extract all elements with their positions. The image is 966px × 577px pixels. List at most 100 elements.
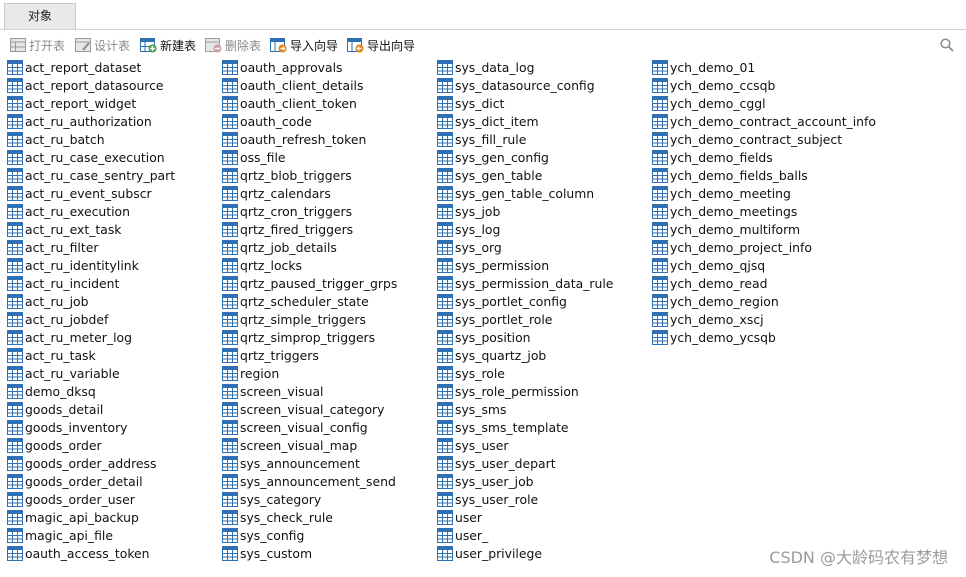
table-item[interactable]: demo_dksq: [7, 382, 175, 400]
table-item[interactable]: ych_demo_ycsqb: [652, 328, 876, 346]
table-item[interactable]: oauth_approvals: [222, 58, 397, 76]
table-item[interactable]: ych_demo_cggl: [652, 94, 876, 112]
table-item[interactable]: act_ru_jobdef: [7, 310, 175, 328]
table-item[interactable]: qrtz_fired_triggers: [222, 220, 397, 238]
table-item[interactable]: qrtz_blob_triggers: [222, 166, 397, 184]
table-item[interactable]: oauth_code: [222, 112, 397, 130]
table-item[interactable]: sys_portlet_role: [437, 310, 613, 328]
table-item[interactable]: act_ru_case_execution: [7, 148, 175, 166]
table-item[interactable]: act_ru_event_subscr: [7, 184, 175, 202]
table-item[interactable]: ych_demo_contract_account_info: [652, 112, 876, 130]
table-item[interactable]: sys_data_log: [437, 58, 613, 76]
table-item[interactable]: act_ru_task: [7, 346, 175, 364]
table-item[interactable]: sys_sms_template: [437, 418, 613, 436]
table-item[interactable]: act_ru_variable: [7, 364, 175, 382]
table-item[interactable]: act_ru_meter_log: [7, 328, 175, 346]
table-item[interactable]: sys_custom: [222, 544, 397, 562]
table-item[interactable]: sys_portlet_config: [437, 292, 613, 310]
table-item[interactable]: ych_demo_project_info: [652, 238, 876, 256]
table-item[interactable]: sys_dict_item: [437, 112, 613, 130]
table-item[interactable]: qrtz_scheduler_state: [222, 292, 397, 310]
table-item[interactable]: qrtz_locks: [222, 256, 397, 274]
table-item[interactable]: ych_demo_multiform: [652, 220, 876, 238]
table-item[interactable]: sys_sms: [437, 400, 613, 418]
table-item[interactable]: qrtz_job_details: [222, 238, 397, 256]
design-table-button[interactable]: 设计表: [75, 36, 130, 54]
open-table-button[interactable]: 打开表: [10, 36, 65, 54]
table-item[interactable]: qrtz_calendars: [222, 184, 397, 202]
table-item[interactable]: sys_dict: [437, 94, 613, 112]
table-item[interactable]: act_report_dataset: [7, 58, 175, 76]
table-item[interactable]: oauth_refresh_token: [222, 130, 397, 148]
table-item[interactable]: screen_visual: [222, 382, 397, 400]
table-item[interactable]: oauth_client_details: [222, 76, 397, 94]
table-item[interactable]: screen_visual_category: [222, 400, 397, 418]
table-item[interactable]: act_ru_identitylink: [7, 256, 175, 274]
new-table-button[interactable]: 新建表: [140, 36, 196, 54]
table-item[interactable]: goods_order_detail: [7, 472, 175, 490]
table-item[interactable]: sys_config: [222, 526, 397, 544]
table-item[interactable]: act_ru_execution: [7, 202, 175, 220]
table-item[interactable]: region: [222, 364, 397, 382]
table-item[interactable]: act_ru_ext_task: [7, 220, 175, 238]
table-item[interactable]: sys_check_rule: [222, 508, 397, 526]
table-item[interactable]: sys_role_permission: [437, 382, 613, 400]
table-item[interactable]: screen_visual_config: [222, 418, 397, 436]
table-item[interactable]: act_report_datasource: [7, 76, 175, 94]
table-item[interactable]: qrtz_triggers: [222, 346, 397, 364]
table-item[interactable]: ych_demo_region: [652, 292, 876, 310]
tab-objects[interactable]: 对象: [4, 3, 76, 29]
table-item[interactable]: act_ru_job: [7, 292, 175, 310]
table-item[interactable]: sys_gen_config: [437, 148, 613, 166]
table-item[interactable]: goods_detail: [7, 400, 175, 418]
table-item[interactable]: sys_announcement: [222, 454, 397, 472]
table-item[interactable]: qrtz_simprop_triggers: [222, 328, 397, 346]
table-item[interactable]: user_privilege: [437, 544, 613, 562]
table-item[interactable]: ych_demo_xscj: [652, 310, 876, 328]
table-item[interactable]: sys_gen_table_column: [437, 184, 613, 202]
table-item[interactable]: sys_user_role: [437, 490, 613, 508]
table-item[interactable]: act_ru_filter: [7, 238, 175, 256]
table-item[interactable]: sys_user_job: [437, 472, 613, 490]
table-item[interactable]: ych_demo_read: [652, 274, 876, 292]
table-item[interactable]: ych_demo_01: [652, 58, 876, 76]
search-icon[interactable]: [940, 38, 954, 52]
table-item[interactable]: ych_demo_fields: [652, 148, 876, 166]
table-item[interactable]: sys_permission: [437, 256, 613, 274]
table-item[interactable]: sys_user: [437, 436, 613, 454]
import-wizard-button[interactable]: 导入向导: [270, 36, 338, 54]
table-item[interactable]: act_report_widget: [7, 94, 175, 112]
table-item[interactable]: goods_inventory: [7, 418, 175, 436]
table-item[interactable]: magic_api_backup: [7, 508, 175, 526]
table-item[interactable]: sys_fill_rule: [437, 130, 613, 148]
table-item[interactable]: qrtz_cron_triggers: [222, 202, 397, 220]
table-item[interactable]: ych_demo_fields_balls: [652, 166, 876, 184]
table-item[interactable]: sys_permission_data_rule: [437, 274, 613, 292]
table-item[interactable]: oauth_client_token: [222, 94, 397, 112]
table-item[interactable]: sys_quartz_job: [437, 346, 613, 364]
delete-table-button[interactable]: 删除表: [205, 36, 261, 54]
table-item[interactable]: qrtz_simple_triggers: [222, 310, 397, 328]
table-item[interactable]: sys_category: [222, 490, 397, 508]
table-item[interactable]: user_: [437, 526, 613, 544]
table-item[interactable]: sys_log: [437, 220, 613, 238]
table-item[interactable]: sys_announcement_send: [222, 472, 397, 490]
table-item[interactable]: qrtz_paused_trigger_grps: [222, 274, 397, 292]
table-item[interactable]: ych_demo_meeting: [652, 184, 876, 202]
table-item[interactable]: act_ru_authorization: [7, 112, 175, 130]
table-item[interactable]: act_ru_incident: [7, 274, 175, 292]
table-item[interactable]: ych_demo_ccsqb: [652, 76, 876, 94]
export-wizard-button[interactable]: 导出向导: [347, 36, 415, 54]
table-item[interactable]: goods_order: [7, 436, 175, 454]
table-item[interactable]: screen_visual_map: [222, 436, 397, 454]
table-item[interactable]: user: [437, 508, 613, 526]
table-item[interactable]: sys_role: [437, 364, 613, 382]
table-item[interactable]: oauth_access_token: [7, 544, 175, 562]
table-item[interactable]: ych_demo_contract_subject: [652, 130, 876, 148]
table-item[interactable]: sys_position: [437, 328, 613, 346]
table-item[interactable]: sys_org: [437, 238, 613, 256]
table-item[interactable]: act_ru_batch: [7, 130, 175, 148]
table-item[interactable]: oss_file: [222, 148, 397, 166]
table-item[interactable]: sys_gen_table: [437, 166, 613, 184]
table-item[interactable]: ych_demo_meetings: [652, 202, 876, 220]
